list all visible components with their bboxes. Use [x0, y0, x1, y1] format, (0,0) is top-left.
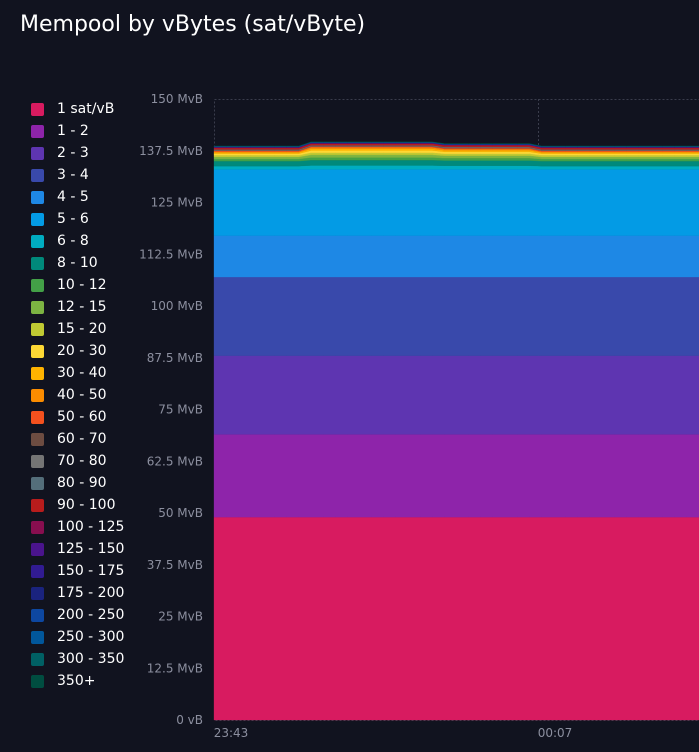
x-tick-label: 00:07 — [538, 726, 573, 740]
area-series-3 — [213, 276, 699, 356]
area-series-0 — [213, 516, 699, 721]
y-tick-label: 150 MvB — [151, 92, 203, 106]
y-tick-label: 112.5 MvB — [139, 247, 203, 261]
area-series-1 — [213, 434, 699, 518]
area-series-5 — [213, 169, 699, 236]
y-tick-label: 87.5 MvB — [147, 351, 203, 365]
y-tick-label: 62.5 MvB — [147, 454, 203, 468]
area-series-2 — [213, 355, 699, 435]
y-tick-label: 125 MvB — [151, 196, 203, 210]
y-tick-label: 100 MvB — [151, 299, 203, 313]
area-chart: 0 vB 12.5 MvB 25 MvB 37.5 MvB 50 MvB 62.5 MvB… — [139, 92, 699, 740]
y-tick-label: 137.5 MvB — [139, 144, 203, 158]
area-series-4 — [213, 235, 699, 278]
y-tick-label: 25 MvB — [158, 610, 203, 624]
y-tick-label: 37.5 MvB — [147, 558, 203, 572]
y-tick-label: 0 vB — [176, 713, 203, 727]
y-tick-label: 50 MvB — [158, 506, 203, 520]
mempool-chart-panel: Mempool by vBytes (sat/vByte) 1 sat/vB 1 … — [0, 0, 699, 752]
y-tick-label: 75 MvB — [158, 403, 203, 417]
y-tick-label: 12.5 MvB — [147, 661, 203, 675]
x-tick-label: 23:43 — [214, 726, 249, 740]
